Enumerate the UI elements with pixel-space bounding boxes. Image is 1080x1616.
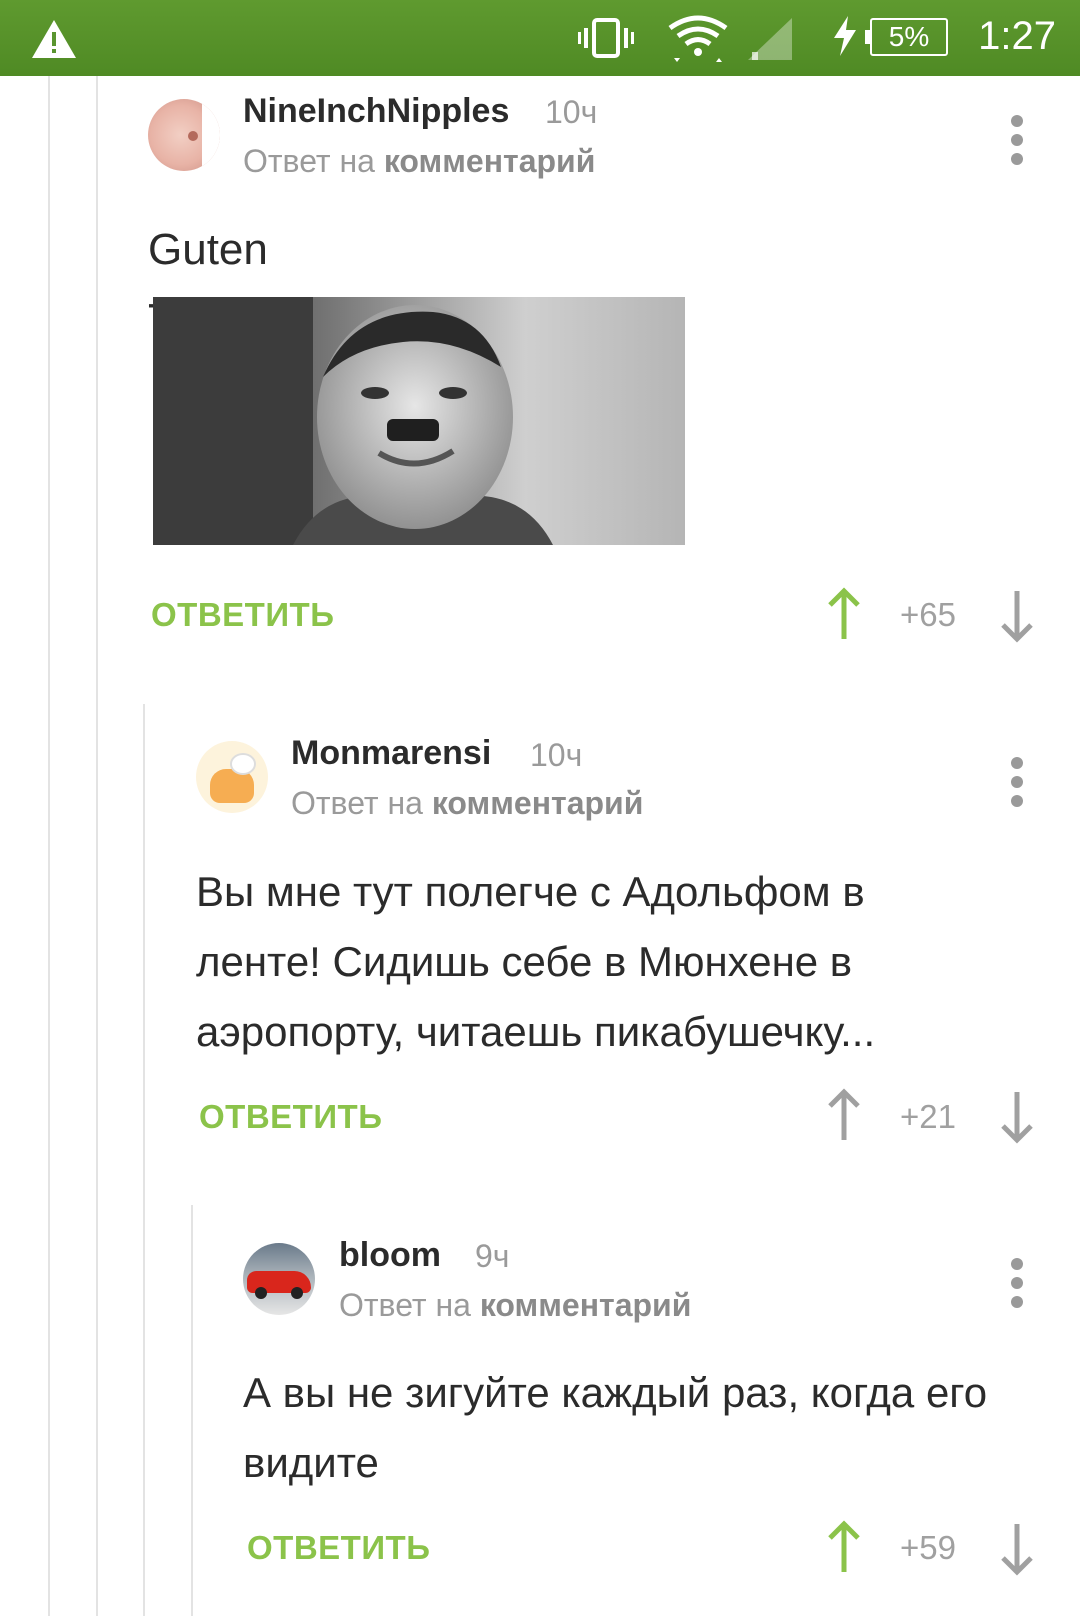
vote-score: +59	[900, 1529, 956, 1566]
wifi-icon	[668, 14, 728, 67]
comment-author[interactable]: Monmarensi	[291, 734, 491, 773]
avatar[interactable]	[243, 1243, 315, 1315]
warning-icon	[30, 18, 78, 65]
upvote-icon[interactable]	[824, 1520, 864, 1576]
reply-to-prefix: Ответ на	[243, 143, 375, 179]
comment-time: 9ч	[475, 1238, 510, 1274]
charging-icon	[832, 16, 858, 61]
upvote-icon[interactable]	[824, 587, 864, 643]
vote-score: +21	[900, 1098, 956, 1135]
battery-indicator: 5%	[865, 18, 948, 56]
reply-button[interactable]: ОТВЕТИТЬ	[247, 1529, 430, 1567]
comment-text: Вы мне тут полегче с Адольфом в ленте! С…	[196, 868, 876, 1055]
reply-to-prefix: Ответ на	[291, 785, 423, 821]
downvote-icon[interactable]	[997, 587, 1037, 643]
thread-line	[143, 704, 145, 1616]
vote-score: +65	[900, 596, 956, 633]
reply-to-link[interactable]: комментарий	[384, 143, 596, 179]
downvote-icon[interactable]	[997, 1088, 1037, 1144]
comment-text: А вы не зигуйте каждый раз, когда его ви…	[243, 1369, 988, 1486]
thread-line	[48, 76, 50, 1616]
more-menu-icon[interactable]	[1010, 115, 1024, 165]
vibrate-icon	[578, 18, 634, 63]
signal-icon	[748, 18, 792, 65]
reply-to-prefix: Ответ на	[339, 1287, 471, 1323]
avatar[interactable]	[196, 741, 268, 813]
upvote-icon[interactable]	[824, 1088, 864, 1144]
comment-image[interactable]	[153, 297, 685, 545]
thread-line	[96, 76, 98, 1616]
thread-line	[191, 1205, 193, 1616]
reply-to-label: Ответ на комментарий	[243, 143, 595, 180]
comment-time: 10ч	[530, 737, 583, 773]
comment-time: 10ч	[545, 94, 598, 130]
reply-to-link[interactable]: комментарий	[432, 785, 644, 821]
more-menu-icon[interactable]	[1010, 757, 1024, 807]
reply-button[interactable]: ОТВЕТИТЬ	[151, 596, 334, 634]
more-menu-icon[interactable]	[1010, 1258, 1024, 1308]
reply-to-label: Ответ на комментарий	[291, 785, 643, 822]
reply-button[interactable]: ОТВЕТИТЬ	[199, 1098, 382, 1136]
comment-author[interactable]: NineInchNipples	[243, 92, 509, 131]
avatar[interactable]	[148, 99, 220, 171]
clock: 1:27	[978, 14, 1056, 58]
comment-author[interactable]: bloom	[339, 1236, 441, 1275]
status-bar: 5% 1:27	[0, 0, 1080, 76]
downvote-icon[interactable]	[997, 1520, 1037, 1576]
reply-to-label: Ответ на комментарий	[339, 1287, 691, 1324]
reply-to-link[interactable]: комментарий	[480, 1287, 692, 1323]
